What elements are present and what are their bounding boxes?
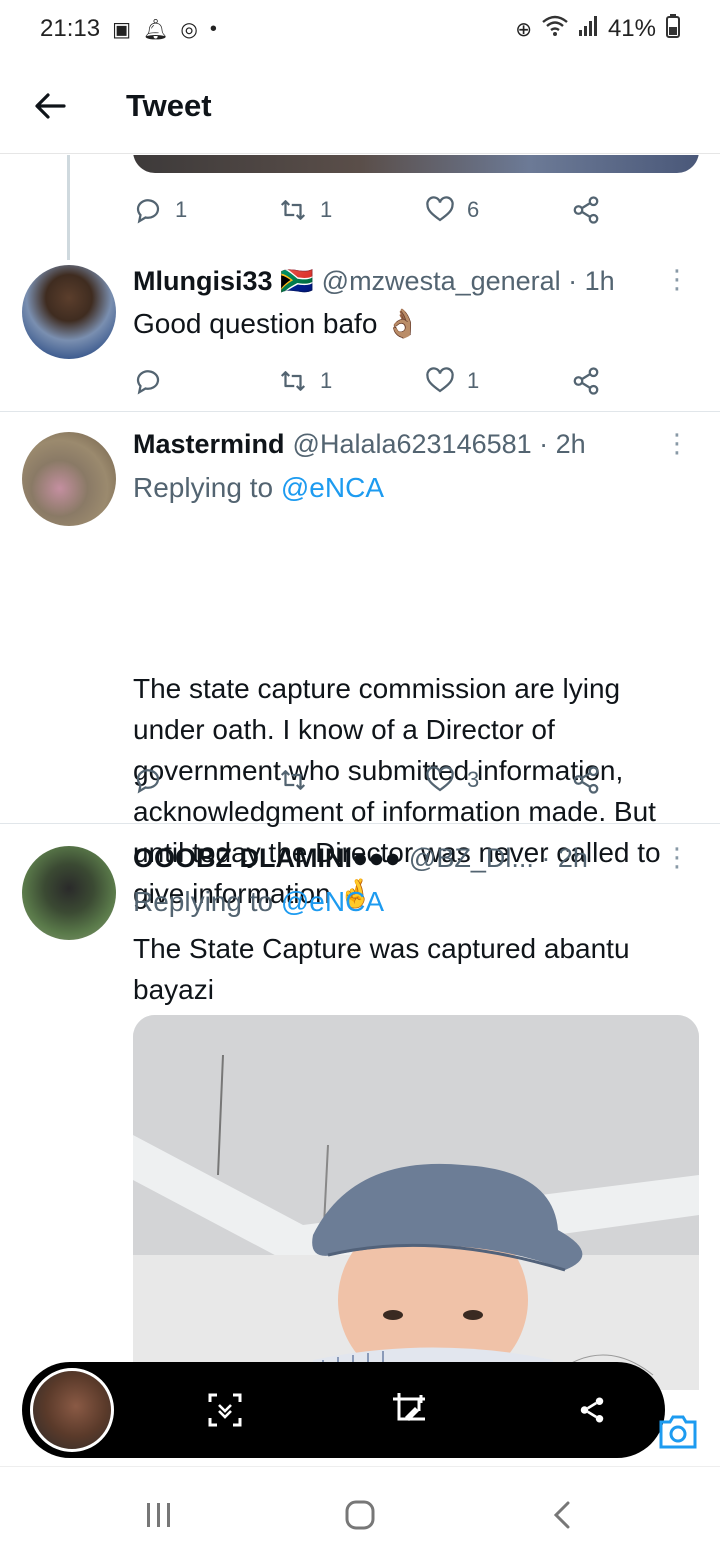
share-button[interactable] [571,366,601,396]
retweet-count: 1 [320,368,333,393]
recents-icon[interactable] [139,1497,179,1533]
more-icon[interactable]: ⋮ [664,842,690,873]
retweet-icon [280,200,306,220]
author-name[interactable]: OOOBZ DLAMINI●●● [133,843,401,874]
back-arrow-icon[interactable] [0,92,100,120]
mention-link[interactable]: @eNCA [281,886,384,917]
wifi-icon [542,15,568,43]
retweet-icon [280,371,306,391]
reply-icon [136,769,160,794]
more-icon[interactable]: ⋮ [664,428,690,459]
author-handle[interactable]: @Halala623146581 · 2h [293,429,586,460]
retweet-button[interactable] [278,765,320,795]
author-name[interactable]: Mlungisi33 🇿🇦 [133,265,314,297]
reply-button[interactable] [133,765,175,795]
like-icon [426,196,454,222]
tweet-actions: 1 1 [133,363,613,399]
avatar[interactable] [22,846,116,940]
tweet-media-image[interactable] [133,1015,699,1390]
share-icon [573,196,599,224]
share-icon [573,367,599,395]
tweet-actions: 3 [133,762,613,798]
status-bar: 21:13 ▣ 🔔︎ ◎ • ⊕ 41% [0,0,720,58]
battery-icon [666,14,680,44]
battery-percentage: 41% [607,15,656,42]
scroll-capture-button[interactable] [205,1390,245,1430]
top-app-bar: Tweet [0,58,720,154]
replying-prefix: Replying to [133,472,281,503]
author-name[interactable]: Mastermind [133,429,285,460]
bell-notification-icon: 🔔︎ [142,18,169,41]
share-button[interactable] [571,195,601,225]
replying-prefix: Replying to [133,886,281,917]
tweet-item[interactable]: Mastermind @Halala623146581 · 2h ⋮ Reply… [0,412,720,909]
share-button[interactable] [571,765,601,795]
system-navigation-bar [0,1466,720,1560]
retweet-count: 1 [320,197,333,222]
status-time: 21:13 [40,15,101,42]
like-count: 1 [467,368,480,393]
share-icon [580,1397,604,1423]
data-saver-icon: ⊕ [515,18,532,41]
reply-icon [136,199,160,224]
mention-link[interactable]: @eNCA [281,472,384,503]
signal-icon [578,15,598,43]
author-handle[interactable]: @mzwesta_general · 1h [322,266,615,297]
tweet-header: OOOBZ DLAMINI●●● @BZ_Dl... · 2h [133,843,700,874]
whatsapp-notification-icon: ◎ [180,18,198,41]
camera-icon[interactable] [658,1414,698,1454]
parent-tweet-actions: 1 1 6 [133,192,613,228]
retweet-button[interactable]: 1 [278,366,332,396]
page-title: Tweet [126,87,212,123]
tweet-header: Mastermind @Halala623146581 · 2h [133,429,700,460]
avatar[interactable] [22,265,116,359]
share-icon [573,766,599,794]
tweet-item[interactable]: Mlungisi33 🇿🇦 @mzwesta_general · 1h ⋮ Go… [0,250,720,412]
avatar[interactable] [22,432,116,526]
replying-to: Replying to @eNCA [133,472,384,504]
like-icon [426,367,454,393]
home-icon[interactable] [340,1497,380,1533]
retweet-icon [280,770,306,790]
like-button[interactable]: 3 [425,765,479,795]
screenshot-thumbnail[interactable] [30,1368,114,1452]
reply-button[interactable]: 1 [133,195,187,225]
author-handle[interactable]: @BZ_Dl... · 2h [409,843,588,874]
previous-tweet-image[interactable] [133,155,699,173]
like-count: 6 [467,197,480,222]
baby-with-cap-photo [133,1015,699,1390]
like-icon [426,766,454,792]
reply-icon [136,370,160,395]
tweet-feed[interactable]: 1 1 6 Mlungisi33 🇿🇦 @mzwesta_general · 1… [0,155,720,1390]
tweet-text: The State Capture was captured abantu ba… [133,933,630,1005]
crop-edit-icon [393,1393,425,1421]
like-count: 3 [467,767,480,792]
retweet-button[interactable]: 1 [278,195,332,225]
reply-button[interactable] [133,366,175,396]
more-icon[interactable]: ⋮ [664,264,690,295]
replying-to: Replying to @eNCA [133,886,384,918]
like-button[interactable]: 1 [425,366,479,396]
gallery-notification-icon: ▣ [112,18,131,41]
edit-screenshot-button[interactable] [390,1390,430,1430]
scan-icon [208,1393,242,1427]
reply-count: 1 [175,197,188,222]
tweet-header: Mlungisi33 🇿🇦 @mzwesta_general · 1h [133,265,700,297]
more-notifications-dot: • [209,17,217,40]
screenshot-toolbar [22,1362,665,1458]
like-button[interactable]: 6 [425,195,479,225]
back-icon[interactable] [542,1497,582,1533]
tweet-text: Good question bafo 👌🏽 [133,308,421,339]
share-screenshot-button[interactable] [572,1390,612,1430]
thread-connector-line [67,155,70,260]
